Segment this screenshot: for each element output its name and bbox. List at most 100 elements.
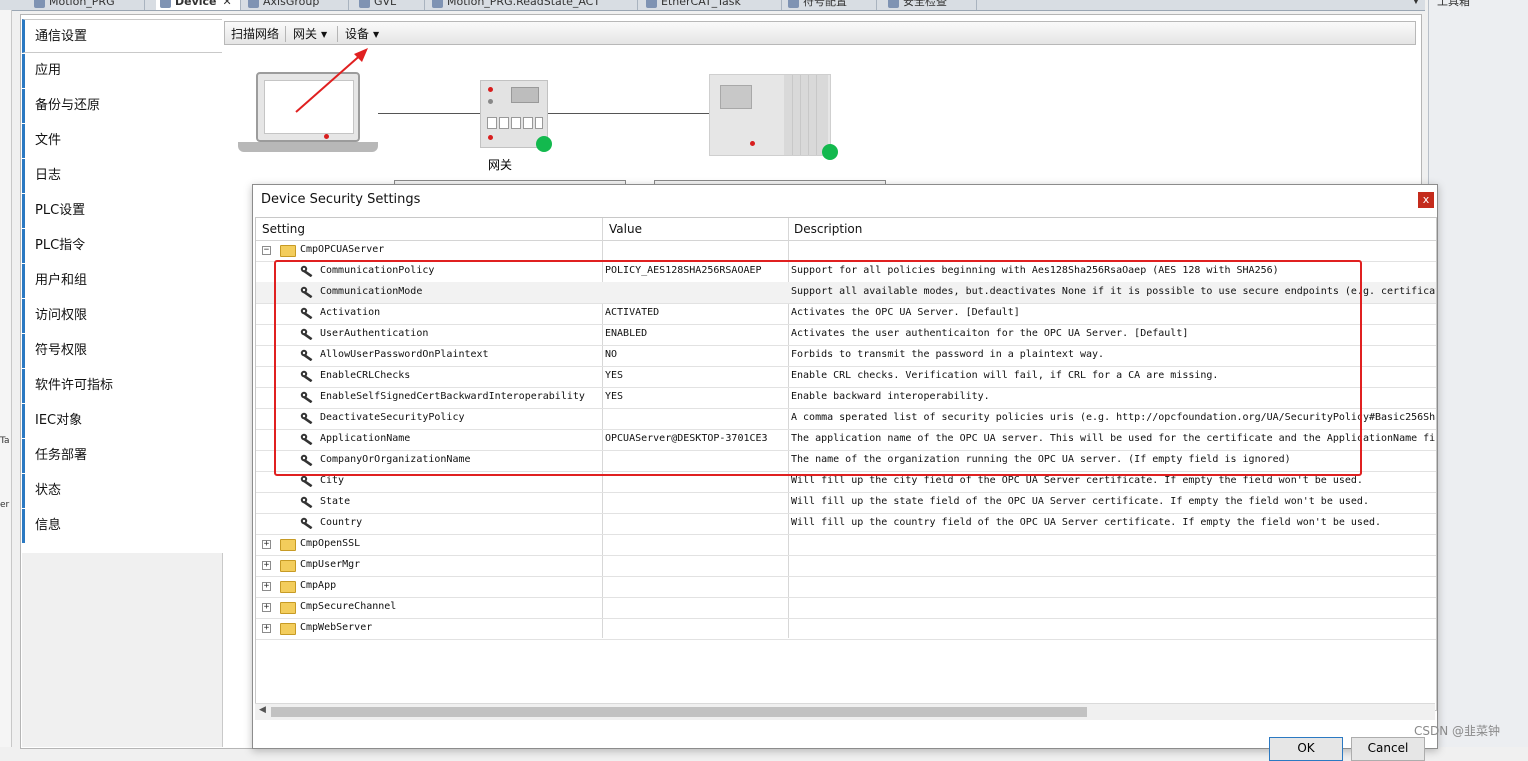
setting-value[interactable]: POLICY_AES128SHA256RSAOAEP <box>605 261 785 281</box>
nav-item-status[interactable]: 状态 <box>22 474 222 508</box>
group-label: CmpOpenSSL <box>300 538 361 549</box>
nav-item-plc-settings[interactable]: PLC设置 <box>22 194 222 228</box>
tab-device[interactable]: Device ✕ <box>156 0 241 10</box>
setting-row[interactable]: ApplicationName OPCUAServer@DESKTOP-3701C… <box>256 429 1436 451</box>
nav-item-plc-shell[interactable]: PLC指令 <box>22 229 222 263</box>
tab-security-check[interactable]: 安全检查 <box>884 0 977 10</box>
wrench-icon <box>300 391 313 403</box>
tab-readstate-act[interactable]: Motion_PRG.ReadState_ACT <box>428 0 638 10</box>
device-menu[interactable]: 设备 ▼ <box>341 25 383 43</box>
setting-name: DeactivateSecurityPolicy <box>320 412 465 423</box>
nav-item-iec-objects[interactable]: IEC对象 <box>22 404 222 438</box>
expand-icon[interactable]: + <box>262 561 271 570</box>
expand-icon[interactable]: + <box>262 624 271 633</box>
setting-row[interactable]: Activation ACTIVATED Activates the OPC UA … <box>256 303 1436 325</box>
setting-row[interactable]: UserAuthentication ENABLED Activates the u… <box>256 324 1436 346</box>
menu-separator <box>337 26 338 42</box>
nav-item-licensed-software-metrics[interactable]: 软件许可指标 <box>22 369 222 403</box>
setting-description: A comma sperated list of security polici… <box>791 412 1436 423</box>
nav-item-information[interactable]: 信息 <box>22 509 222 543</box>
wrench-icon <box>300 349 313 361</box>
action-icon <box>432 0 443 8</box>
setting-row[interactable]: CommunicationModeSECURE_IF_POSSIBLE: Sup… <box>256 282 1436 304</box>
collapse-icon[interactable]: − <box>262 246 271 255</box>
left-edge-text: er <box>0 500 10 510</box>
ok-button[interactable]: OK <box>1269 737 1343 761</box>
gateway-menu[interactable]: 网关 ▼ <box>289 25 331 43</box>
close-button[interactable]: x <box>1418 192 1434 208</box>
column-header-setting[interactable]: Setting <box>262 222 305 236</box>
setting-row[interactable]: DeactivateSecurityPolicy A comma sperated… <box>256 408 1436 430</box>
shield-icon <box>888 0 899 8</box>
column-header-description[interactable]: Description <box>794 222 862 236</box>
expand-icon[interactable]: + <box>262 582 271 591</box>
nav-item-backup-restore[interactable]: 备份与还原 <box>22 89 222 123</box>
wrench-icon <box>300 433 313 445</box>
setting-name: EnableCRLChecks <box>320 370 411 381</box>
column-header-value[interactable]: Value <box>609 222 642 236</box>
setting-row[interactable]: AllowUserPasswordOnPlaintext NO Forbids to… <box>256 345 1436 367</box>
setting-description: Enable CRL checks. Verification will fai… <box>791 370 1219 381</box>
nav-item-access-rights[interactable]: 访问权限 <box>22 299 222 333</box>
nav-item-users-groups[interactable]: 用户和组 <box>22 264 222 298</box>
group-row[interactable]: + CmpUserMgr <box>256 555 1436 577</box>
setting-row[interactable]: CommunicationPolicy POLICY_AES128SHA256RS… <box>256 261 1436 283</box>
chevron-down-icon: ▼ <box>373 29 380 39</box>
group-row[interactable]: + CmpWebServer <box>256 618 1436 640</box>
expand-icon[interactable]: + <box>262 603 271 612</box>
nav-item-communication[interactable]: 通信设置 <box>22 19 222 53</box>
nav-item-symbol-rights[interactable]: 符号权限 <box>22 334 222 368</box>
setting-row[interactable]: Country Will fill up the country field of… <box>256 513 1436 535</box>
wrench-icon <box>300 307 313 319</box>
group-label: CmpUserMgr <box>300 559 361 570</box>
group-row[interactable]: − CmpOPCUAServer <box>256 240 1436 262</box>
nav-item-applications[interactable]: 应用 <box>22 54 222 88</box>
document-tab-strip: Motion_PRG Device ✕ AxisGroup GVL Motion_… <box>0 0 1425 11</box>
wrench-icon <box>300 517 313 529</box>
axis-group-icon <box>248 0 259 8</box>
wrench-icon <box>300 370 313 382</box>
expand-icon[interactable]: + <box>262 540 271 549</box>
setting-row[interactable]: EnableCRLChecks YES Enable CRL checks. Ver… <box>256 366 1436 388</box>
nav-item-task-deployment[interactable]: 任务部署 <box>22 439 222 473</box>
group-row[interactable]: + CmpApp <box>256 576 1436 598</box>
scroll-left-icon[interactable]: ◀ <box>259 705 266 715</box>
setting-value[interactable]: NO <box>605 345 785 365</box>
plc-device-icon[interactable] <box>709 74 831 156</box>
setting-value[interactable]: YES <box>605 387 785 407</box>
setting-value[interactable]: ACTIVATED <box>605 303 785 323</box>
tab-gvl[interactable]: GVL <box>355 0 425 10</box>
setting-value[interactable]: YES <box>605 366 785 386</box>
toolbox-title: 工具箱 <box>1437 0 1470 8</box>
folder-icon <box>280 602 296 614</box>
setting-value[interactable]: ENABLED <box>605 324 785 344</box>
close-icon[interactable]: ✕ <box>223 0 232 8</box>
setting-value[interactable]: OPCUAServer@DESKTOP-3701CE3 <box>605 429 785 449</box>
setting-name: CommunicationPolicy <box>320 265 435 276</box>
group-row[interactable]: + CmpSecureChannel <box>256 597 1436 619</box>
group-row[interactable]: + CmpOpenSSL <box>256 534 1436 556</box>
scrollbar-thumb[interactable] <box>271 707 1087 717</box>
tab-motion-prg[interactable]: Motion_PRG <box>30 0 145 10</box>
setting-name: EnableSelfSignedCertBackwardInteroperabi… <box>320 391 585 402</box>
group-label: CmpOPCUAServer <box>300 244 385 255</box>
tab-list-dropdown-icon[interactable]: ▼ <box>1410 0 1422 8</box>
setting-description: Support for all policies beginning with … <box>791 265 1279 276</box>
setting-description: Support all available modes, but.deactiv… <box>791 286 1436 297</box>
setting-row[interactable]: EnableSelfSignedCertBackwardInteroperabi… <box>256 387 1436 409</box>
nav-item-log[interactable]: 日志 <box>22 159 222 193</box>
setting-row[interactable]: CompanyOrOrganizationName The name of the… <box>256 450 1436 472</box>
setting-row[interactable]: State Will fill up the state field of the… <box>256 492 1436 514</box>
tab-axisgroup[interactable]: AxisGroup <box>244 0 349 10</box>
nav-item-files[interactable]: 文件 <box>22 124 222 158</box>
scan-network-button[interactable]: 扫描网络 <box>227 25 283 43</box>
device-icon <box>160 0 171 8</box>
setting-description: Activates the user authenticaiton for th… <box>791 328 1189 339</box>
cancel-button[interactable]: Cancel <box>1351 737 1425 761</box>
tab-ethercat-task[interactable]: EtherCAT_Task <box>642 0 782 10</box>
device-security-settings-dialog: Device Security Settings x Setting Value… <box>252 184 1438 761</box>
horizontal-scrollbar[interactable]: ◀ <box>255 703 1435 720</box>
device-status-dot <box>822 144 838 160</box>
tab-symbol-config[interactable]: 符号配置 <box>784 0 877 10</box>
setting-row[interactable]: City Will fill up the city field of the O… <box>256 471 1436 493</box>
